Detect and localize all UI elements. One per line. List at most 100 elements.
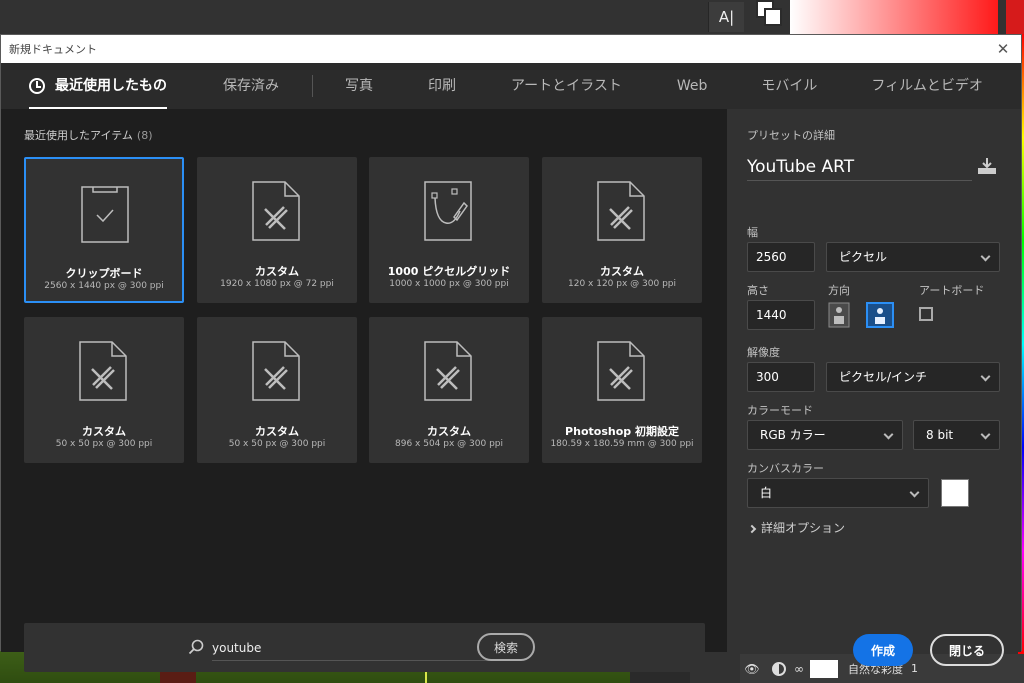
create-button[interactable]: 作成 bbox=[853, 634, 913, 666]
artboard-label: アートボード bbox=[919, 284, 985, 297]
custom-document-icon bbox=[424, 341, 472, 401]
width-unit-value: ピクセル bbox=[839, 250, 888, 264]
close-icon[interactable]: ✕ bbox=[993, 40, 1013, 58]
tab-saved[interactable]: 保存済み bbox=[223, 63, 279, 109]
height-input[interactable]: 1440 bbox=[747, 300, 815, 330]
recent-items-area: 最近使用したアイテム (8) クリップボード 2560 x 1440 px @ 3… bbox=[1, 109, 727, 672]
card-name: Photoshop 初期設定 bbox=[565, 425, 679, 438]
card-dimensions: 50 x 50 px @ 300 ppi bbox=[55, 439, 153, 449]
preset-name-field[interactable]: YouTube ART bbox=[747, 153, 972, 181]
card-name: カスタム bbox=[255, 265, 299, 278]
tab-mobile[interactable]: モバイル bbox=[761, 63, 817, 109]
width-label: 幅 bbox=[747, 226, 758, 239]
preset-card-clipboard[interactable]: クリップボード 2560 x 1440 px @ 300 ppi bbox=[24, 157, 184, 303]
layer-number: 1 bbox=[911, 662, 918, 675]
preset-card-custom-50b[interactable]: カスタム 50 x 50 px @ 300 ppi bbox=[197, 317, 357, 463]
custom-document-icon bbox=[597, 181, 645, 241]
color-mode-value: RGB カラー bbox=[760, 428, 826, 442]
color-picker-field[interactable] bbox=[790, 0, 998, 34]
tab-film-video[interactable]: フィルムとビデオ bbox=[871, 63, 982, 109]
card-dimensions: 2560 x 1440 px @ 300 ppi bbox=[44, 281, 164, 291]
card-name: カスタム bbox=[427, 425, 471, 438]
clock-icon bbox=[29, 78, 45, 94]
stock-search-bar: 検索 bbox=[24, 623, 705, 672]
recent-items-heading: 最近使用したアイテム (8) bbox=[24, 127, 153, 143]
card-dimensions: 1000 x 1000 px @ 300 ppi bbox=[389, 279, 509, 289]
card-dimensions: 50 x 50 px @ 300 ppi bbox=[228, 439, 326, 449]
artboard-checkbox[interactable] bbox=[919, 307, 933, 321]
character-tool-button[interactable]: A| bbox=[708, 2, 744, 32]
chevron-down-icon bbox=[909, 487, 920, 498]
card-dimensions: 896 x 504 px @ 300 ppi bbox=[395, 439, 503, 449]
tab-print[interactable]: 印刷 bbox=[428, 63, 456, 109]
tab-recent-label: 最近使用したもの bbox=[55, 78, 167, 94]
tab-art-illustration[interactable]: アートとイラスト bbox=[511, 63, 622, 109]
preset-card-custom-120[interactable]: カスタム 120 x 120 px @ 300 ppi bbox=[542, 157, 702, 303]
close-button[interactable]: 閉じる bbox=[930, 634, 1004, 666]
card-name: カスタム bbox=[255, 425, 299, 438]
link-icon[interactable]: ∞ bbox=[794, 662, 804, 676]
preset-card-1000-grid[interactable]: 1000 ピクセルグリッド 1000 x 1000 px @ 300 ppi bbox=[369, 157, 529, 303]
width-unit-select[interactable]: ピクセル bbox=[826, 242, 1000, 272]
tab-recent[interactable]: 最近使用したもの bbox=[29, 63, 167, 109]
recent-items-heading-text: 最近使用したアイテム bbox=[24, 129, 133, 142]
chevron-down-icon bbox=[980, 371, 991, 382]
search-button[interactable]: 検索 bbox=[477, 633, 535, 661]
advanced-options-toggle[interactable]: 詳細オプション bbox=[747, 519, 846, 536]
category-tabs: 最近使用したもの 保存済み 写真 印刷 アートとイラスト Web モバイル フィ… bbox=[1, 63, 1021, 109]
chevron-down-icon bbox=[980, 251, 991, 262]
card-name: カスタム bbox=[600, 265, 644, 278]
search-icon bbox=[188, 639, 204, 655]
preset-card-custom-896[interactable]: カスタム 896 x 504 px @ 300 ppi bbox=[369, 317, 529, 463]
bit-depth-value: 8 bit bbox=[926, 428, 954, 442]
width-input[interactable]: 2560 bbox=[747, 242, 815, 272]
color-mode-select[interactable]: RGB カラー bbox=[747, 420, 903, 450]
eye-icon[interactable]: 👁 bbox=[740, 662, 764, 676]
orientation-label: 方向 bbox=[828, 284, 850, 297]
adjustment-layer-icon bbox=[772, 661, 786, 676]
custom-document-icon bbox=[252, 341, 300, 401]
preset-card-custom-50a[interactable]: カスタム 50 x 50 px @ 300 ppi bbox=[24, 317, 184, 463]
tab-photo[interactable]: 写真 bbox=[345, 63, 373, 109]
tab-divider bbox=[312, 75, 313, 97]
height-label: 高さ bbox=[747, 284, 769, 297]
card-name: カスタム bbox=[82, 425, 126, 438]
resolution-label: 解像度 bbox=[747, 346, 780, 359]
preset-details-panel: プリセットの詳細 YouTube ART 幅 2560 ピクセル 高さ 1440… bbox=[727, 109, 1021, 666]
resolution-unit-value: ピクセル/インチ bbox=[839, 370, 928, 384]
pen-document-icon bbox=[424, 181, 472, 241]
resolution-input[interactable]: 300 bbox=[747, 362, 815, 392]
custom-document-icon bbox=[79, 341, 127, 401]
resolution-unit-select[interactable]: ピクセル/インチ bbox=[826, 362, 1000, 392]
chevron-down-icon bbox=[980, 429, 991, 440]
card-dimensions: 180.59 x 180.59 mm @ 300 ppi bbox=[550, 439, 694, 449]
save-preset-icon[interactable] bbox=[977, 157, 997, 175]
card-dimensions: 1920 x 1080 px @ 72 ppi bbox=[220, 279, 334, 289]
hue-slider[interactable] bbox=[1006, 0, 1024, 34]
card-name: クリップボード bbox=[65, 267, 143, 280]
preset-card-custom-1920[interactable]: カスタム 1920 x 1080 px @ 72 ppi bbox=[197, 157, 357, 303]
tab-web[interactable]: Web bbox=[677, 63, 708, 109]
canvas-color-label: カンバスカラー bbox=[747, 462, 824, 475]
clipboard-icon bbox=[81, 186, 129, 243]
layer-mask-thumbnail[interactable] bbox=[810, 659, 838, 678]
preset-card-photoshop-default[interactable]: Photoshop 初期設定 180.59 x 180.59 mm @ 300 … bbox=[542, 317, 702, 463]
new-document-dialog: 新規ドキュメント ✕ 最近使用したもの 保存済み 写真 印刷 アートとイラスト … bbox=[0, 34, 1022, 672]
card-dimensions: 120 x 120 px @ 300 ppi bbox=[568, 279, 676, 289]
recent-items-count: (8) bbox=[136, 129, 153, 142]
canvas-color-select[interactable]: 白 bbox=[747, 478, 929, 508]
canvas-color-swatch[interactable] bbox=[941, 479, 969, 507]
preset-details-heading: プリセットの詳細 bbox=[747, 129, 835, 142]
custom-document-icon bbox=[252, 181, 300, 241]
advanced-options-label: 詳細オプション bbox=[761, 521, 846, 535]
bit-depth-select[interactable]: 8 bit bbox=[913, 420, 1000, 450]
landscape-orientation-icon[interactable] bbox=[866, 302, 894, 328]
color-mode-label: カラーモード bbox=[747, 404, 813, 417]
card-name: 1000 ピクセルグリッド bbox=[387, 265, 511, 278]
portrait-orientation-icon[interactable] bbox=[828, 302, 850, 328]
dialog-titlebar: 新規ドキュメント ✕ bbox=[1, 35, 1021, 63]
search-input[interactable] bbox=[212, 635, 492, 661]
color-swatches[interactable] bbox=[756, 0, 786, 30]
custom-document-icon bbox=[597, 341, 645, 401]
dialog-title: 新規ドキュメント bbox=[9, 43, 97, 56]
